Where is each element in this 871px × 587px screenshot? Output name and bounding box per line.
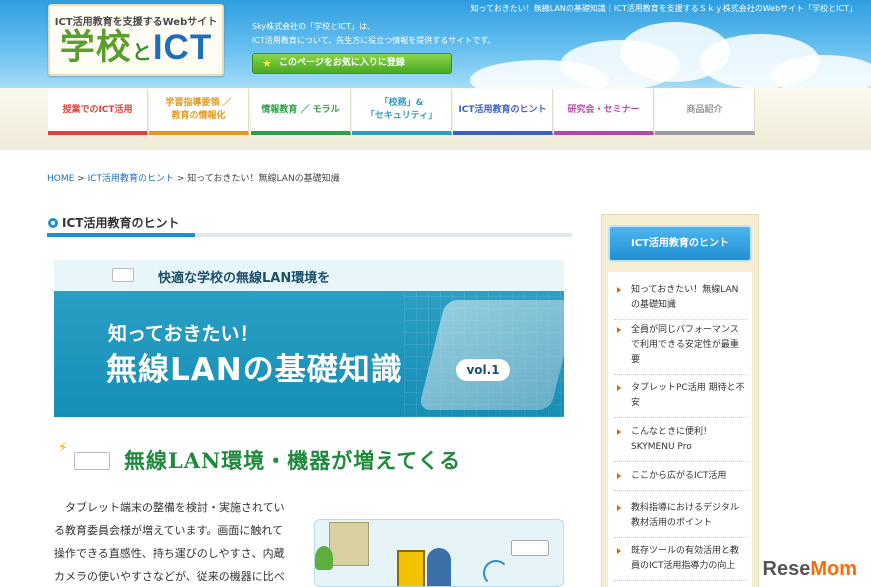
breadcrumb-separator: > [174, 174, 188, 184]
sidebar-article-link[interactable]: 既存ツールの有効活用と教 員のICT活用指導力の向上 [614, 544, 748, 581]
header-description-line: Sky株式会社の「学校とICT」は、 [252, 22, 375, 31]
banner-top-text: 快適な学校の無線LAN環境を [158, 271, 331, 286]
nav-item[interactable]: 学習指導要領 ／ 教育の情報化 [149, 89, 249, 135]
logo-title-part: ICT [152, 28, 213, 67]
nav-item[interactable]: 情報教育 ／ モラル [251, 89, 351, 135]
sidebar-article-link[interactable]: 教科指導におけるデジタル 教材活用のポイント [614, 501, 748, 538]
article-banner: 快適な学校の無線LAN環境を 知っておきたい！ 無線LANの基礎知識 vol.1 [54, 260, 564, 417]
sidebar-article-link[interactable]: 知っておきたい！無線LAN の基礎知識 [614, 283, 748, 320]
nav-item[interactable]: 「校務」& 「セキュリティ」 [352, 89, 452, 135]
teacher-icon [427, 548, 451, 586]
sidebar-article-label: 全員が同じパフォーマンス で利用できる安定性が最重 要 [631, 325, 739, 365]
watermark-part: Rese [762, 558, 811, 580]
article-body-line: カメラの使いやすさなどが、従来の機器に比べ [54, 570, 285, 583]
breadcrumb-current: 知っておきたい！無線LANの基礎知識 [187, 174, 340, 184]
sidebar-article-label: 知っておきたい！無線LAN の基礎知識 [631, 285, 739, 310]
sidebar-article-label: 教科指導におけるデジタル 教材活用のポイント [631, 503, 739, 528]
arrow-right-icon [617, 548, 621, 554]
resemom-watermark: ReseMom [763, 558, 857, 581]
header-description: Sky株式会社の「学校とICT」は、 ICT活用教育について、先生方に役立つ情報… [252, 20, 495, 48]
arrow-right-icon [617, 429, 621, 435]
banner-headline-line2: 無線LANの基礎知識 [106, 352, 403, 388]
logo-tagline: ICT活用教育を支援するWebサイト [54, 17, 218, 28]
circle-bullet-icon [48, 218, 58, 228]
sidebar-article-link[interactable]: こんなときに便利！ SKYMENU Pro [614, 425, 748, 462]
sidebar-article-link[interactable]: 全員が同じパフォーマンス で利用できる安定性が最重 要 [614, 323, 748, 375]
article-body-line: 操作できる直感性、持ち運びのしやすさ、内蔵 [54, 547, 285, 560]
sidebar-article-label: 既存ツールの有効活用と教 員のICT活用指導力の向上 [631, 546, 740, 571]
arrow-right-icon [617, 385, 621, 391]
article-body-line: る教育委員会様が増えています。画面に触れて [54, 524, 284, 537]
wifi-signal-icon [483, 560, 509, 586]
arrow-right-icon [617, 327, 621, 333]
banner-volume-badge: vol.1 [456, 359, 510, 381]
sidebar-title-button[interactable]: ICT活用教育のヒント [608, 225, 752, 262]
site-header: ICT活用教育を支援するWebサイト 学校とICT 知っておきたい！無線LANの… [0, 0, 871, 100]
nav-item[interactable]: 商品紹介 [655, 89, 755, 135]
breadcrumb-section-link[interactable]: ICT活用教育のヒント [88, 174, 174, 184]
section-title-underline [47, 233, 572, 237]
school-building-icon [329, 522, 369, 566]
spark-icon: ⚡ [58, 440, 68, 456]
arrow-right-icon [617, 287, 621, 293]
star-icon: ★ [262, 57, 272, 70]
nav-item[interactable]: 研究会・セミナー [554, 89, 654, 135]
logo-title-part: 学校 [59, 28, 132, 67]
banner-headline-line1: 知っておきたい！ [108, 323, 259, 345]
sidebar-article-label: ここから広がるICT活用 [631, 471, 727, 481]
sidebar-article-link[interactable]: タブレットPC活用 期待と不 安 [614, 381, 748, 418]
header-page-title: 知っておきたい！無線LANの基礎知識｜ICT活用教育を支援するＳｋｙ株式会社のW… [470, 4, 857, 13]
tree-icon [315, 546, 333, 570]
add-to-favorites-button[interactable]: ★ このページをお気に入りに登録 [252, 53, 452, 74]
breadcrumb-separator: > [74, 174, 88, 184]
section-title-underline-accent [47, 233, 195, 237]
header-description-line: ICT活用教育について、先生方に役立つ情報を提供するサイトです。 [252, 36, 496, 45]
school-network-illustration [314, 519, 564, 587]
logo-title-part: と [131, 42, 153, 64]
whiteboard-icon [397, 550, 425, 586]
page: ICT活用教育を支援するWebサイト 学校とICT 知っておきたい！無線LANの… [0, 0, 871, 587]
breadcrumb: HOME > ICT活用教育のヒント > 知っておきたい！無線LANの基礎知識 [47, 171, 340, 184]
add-to-favorites-label: このページをお気に入りに登録 [279, 58, 405, 68]
arrow-right-icon [617, 505, 621, 511]
arrow-right-icon [617, 473, 621, 479]
logo-title: 学校とICT [50, 28, 222, 73]
sidebar-article-label: タブレットPC活用 期待と不 安 [631, 383, 745, 408]
breadcrumb-home-link[interactable]: HOME [47, 174, 74, 184]
router-icon [511, 540, 549, 556]
banner-top-strip: 快適な学校の無線LAN環境を [54, 260, 564, 291]
article-body-line: タブレット端末の整備を検討・実施されてい [54, 501, 285, 514]
watermark-part: Mom [810, 558, 857, 580]
article-subheading: 無線LAN環境・機器が増えてくる [124, 448, 462, 473]
sidebar-article-link[interactable]: ここから広がるICT活用 [614, 469, 748, 491]
nav-item[interactable]: 授業でのICT活用 [48, 89, 148, 135]
sidebar-article-label: こんなときに便利！ SKYMENU Pro [631, 427, 713, 452]
site-logo[interactable]: ICT活用教育を支援するWebサイト 学校とICT [48, 4, 224, 76]
article-body: タブレット端末の整備を検討・実施されてい る教育委員会様が増えています。画面に触… [54, 496, 290, 587]
nav-item[interactable]: ICT活用教育のヒント [453, 89, 553, 135]
section-title: ICT活用教育のヒント [48, 214, 179, 231]
router-icon [112, 268, 134, 282]
router-icon [74, 452, 110, 470]
section-title-text: ICT活用教育のヒント [62, 216, 180, 230]
